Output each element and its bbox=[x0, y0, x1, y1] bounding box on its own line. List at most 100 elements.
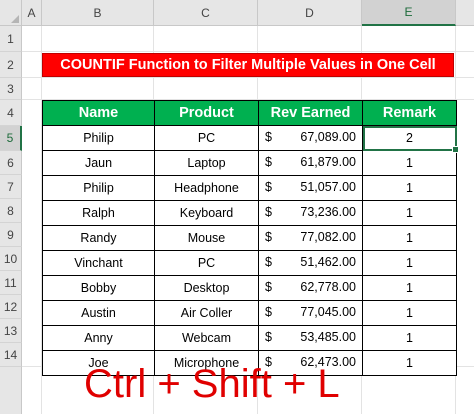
rev-amount: 61,879.00 bbox=[300, 155, 356, 169]
cell-product[interactable]: Laptop bbox=[154, 150, 259, 176]
cell-remark[interactable]: 1 bbox=[362, 350, 457, 376]
cell-product[interactable]: Keyboard bbox=[154, 200, 259, 226]
row-header[interactable]: 6 bbox=[0, 151, 22, 175]
rev-amount: 77,082.00 bbox=[300, 230, 356, 244]
table-row: Jaun Laptop $61,879.00 1 bbox=[42, 150, 457, 176]
cell-name[interactable]: Randy bbox=[42, 225, 155, 251]
header-remark[interactable]: Remark bbox=[362, 100, 457, 126]
cell-name[interactable]: Austin bbox=[42, 300, 155, 326]
column-header-d[interactable]: D bbox=[258, 0, 362, 26]
header-product[interactable]: Product bbox=[154, 100, 259, 126]
row-header[interactable]: 5 bbox=[0, 126, 22, 151]
column-header-a[interactable]: A bbox=[22, 0, 42, 26]
select-all-triangle-icon bbox=[11, 15, 19, 23]
cell-name[interactable]: Bobby bbox=[42, 275, 155, 301]
cell-rev-earned[interactable]: $61,879.00 bbox=[258, 150, 363, 176]
cell-rev-earned[interactable]: $51,462.00 bbox=[258, 250, 363, 276]
cell-remark[interactable]: 1 bbox=[362, 275, 457, 301]
cell-name[interactable]: Ralph bbox=[42, 200, 155, 226]
table-row: Austin Air Coller $77,045.00 1 bbox=[42, 300, 457, 326]
cell-rev-earned[interactable]: $73,236.00 bbox=[258, 200, 363, 226]
remark-value: 1 bbox=[406, 256, 413, 270]
table-row: Vinchant PC $51,462.00 1 bbox=[42, 250, 457, 276]
table-header-row: Name Product Rev Earned Remark bbox=[42, 100, 457, 126]
row-header[interactable]: 9 bbox=[0, 223, 22, 247]
cell-product[interactable]: Mouse bbox=[154, 225, 259, 251]
currency-symbol: $ bbox=[265, 205, 272, 219]
header-rev-earned[interactable]: Rev Earned bbox=[258, 100, 363, 126]
cell-remark[interactable]: 1 bbox=[362, 300, 457, 326]
currency-symbol: $ bbox=[265, 130, 272, 144]
currency-symbol: $ bbox=[265, 280, 272, 294]
cell-product[interactable]: PC bbox=[154, 125, 259, 151]
row-header[interactable]: 1 bbox=[0, 26, 22, 52]
row-header[interactable]: 7 bbox=[0, 175, 22, 199]
row-header[interactable]: 2 bbox=[0, 52, 22, 78]
fill-handle[interactable] bbox=[452, 146, 459, 153]
remark-value: 1 bbox=[406, 306, 413, 320]
row-header[interactable]: 10 bbox=[0, 247, 22, 271]
cell-name[interactable]: Philip bbox=[42, 175, 155, 201]
remark-value: 1 bbox=[406, 156, 413, 170]
rev-amount: 51,462.00 bbox=[300, 255, 356, 269]
table-row: Bobby Desktop $62,778.00 1 bbox=[42, 275, 457, 301]
cell-remark[interactable]: 1 bbox=[362, 325, 457, 351]
row-header[interactable]: 14 bbox=[0, 343, 22, 367]
rev-amount: 51,057.00 bbox=[300, 180, 356, 194]
currency-symbol: $ bbox=[265, 155, 272, 169]
rev-amount: 77,045.00 bbox=[300, 305, 356, 319]
cell-remark[interactable]: 1 bbox=[362, 175, 457, 201]
cell-product[interactable]: Desktop bbox=[154, 275, 259, 301]
rev-amount: 62,778.00 bbox=[300, 280, 356, 294]
cell-name[interactable]: Anny bbox=[42, 325, 155, 351]
sheet-title-cell[interactable]: COUNTIF Function to Filter Multiple Valu… bbox=[42, 53, 454, 77]
cell-remark[interactable]: 1 bbox=[362, 250, 457, 276]
cell-remark[interactable]: 1 bbox=[362, 150, 457, 176]
remark-value: 1 bbox=[406, 331, 413, 345]
remark-value: 1 bbox=[406, 281, 413, 295]
row-header[interactable]: 3 bbox=[0, 78, 22, 100]
currency-symbol: $ bbox=[265, 180, 272, 194]
cell-rev-earned[interactable]: $53,485.00 bbox=[258, 325, 363, 351]
row-header[interactable]: 12 bbox=[0, 295, 22, 319]
cell-name[interactable]: Vinchant bbox=[42, 250, 155, 276]
remark-value: 1 bbox=[406, 356, 413, 370]
cell-product[interactable]: Air Coller bbox=[154, 300, 259, 326]
column-header-c[interactable]: C bbox=[154, 0, 258, 26]
header-name[interactable]: Name bbox=[42, 100, 155, 126]
remark-value: 1 bbox=[406, 231, 413, 245]
row-header[interactable]: 11 bbox=[0, 271, 22, 295]
cell-remark[interactable]: 1 bbox=[362, 225, 457, 251]
cell-product[interactable]: Webcam bbox=[154, 325, 259, 351]
row-header[interactable]: 8 bbox=[0, 199, 22, 223]
cell-remark-selected[interactable]: 2 bbox=[362, 125, 459, 153]
column-header-b[interactable]: B bbox=[42, 0, 154, 26]
gridline bbox=[22, 77, 474, 78]
select-all-corner[interactable] bbox=[0, 0, 22, 26]
rev-amount: 67,089.00 bbox=[300, 130, 356, 144]
remark-value: 1 bbox=[406, 206, 413, 220]
column-header-f-partial[interactable] bbox=[456, 0, 474, 26]
cell-rev-earned[interactable]: $67,089.00 bbox=[258, 125, 363, 151]
cell-remark[interactable]: 1 bbox=[362, 200, 457, 226]
currency-symbol: $ bbox=[265, 330, 272, 344]
row-header[interactable]: 4 bbox=[0, 100, 22, 126]
table-row: Anny Webcam $53,485.00 1 bbox=[42, 325, 457, 351]
row-header[interactable]: 13 bbox=[0, 319, 22, 343]
row-header-partial[interactable] bbox=[0, 367, 22, 414]
cell-rev-earned[interactable]: $77,045.00 bbox=[258, 300, 363, 326]
gridline bbox=[22, 51, 474, 52]
cell-rev-earned[interactable]: $62,778.00 bbox=[258, 275, 363, 301]
table-row: Ralph Keyboard $73,236.00 1 bbox=[42, 200, 457, 226]
cell-rev-earned[interactable]: $77,082.00 bbox=[258, 225, 363, 251]
table-row: Randy Mouse $77,082.00 1 bbox=[42, 225, 457, 251]
rev-amount: 73,236.00 bbox=[300, 205, 356, 219]
column-header-e[interactable]: E bbox=[362, 0, 456, 26]
table-row: Philip Headphone $51,057.00 1 bbox=[42, 175, 457, 201]
cell-name[interactable]: Philip bbox=[42, 125, 155, 151]
cell-rev-earned[interactable]: $51,057.00 bbox=[258, 175, 363, 201]
cell-name[interactable]: Jaun bbox=[42, 150, 155, 176]
cell-product[interactable]: PC bbox=[154, 250, 259, 276]
table-body: Philip PC $67,089.00 2 Jaun Laptop $61,879.00 1… bbox=[42, 125, 459, 376]
cell-product[interactable]: Headphone bbox=[154, 175, 259, 201]
